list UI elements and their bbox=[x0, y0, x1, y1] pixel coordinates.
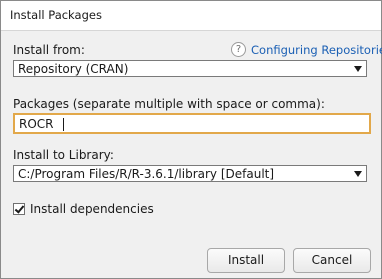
install-to-library-label: Install to Library: bbox=[13, 148, 114, 162]
packages-input[interactable]: ROCR bbox=[13, 113, 371, 134]
install-from-value: Repository (CRAN) bbox=[18, 62, 129, 76]
chevron-down-icon[interactable] bbox=[354, 66, 362, 72]
install-from-select[interactable]: Repository (CRAN) bbox=[13, 60, 367, 77]
title-bar: Install Packages bbox=[1, 1, 381, 31]
install-dependencies-checkbox[interactable] bbox=[13, 203, 25, 215]
library-value: C:/Program Files/R/R-3.6.1/library [Defa… bbox=[18, 167, 275, 181]
chevron-down-icon[interactable] bbox=[354, 171, 362, 177]
configuring-repositories-help[interactable]: ? Configuring Repositories bbox=[231, 42, 382, 57]
install-dependencies-label[interactable]: Install dependencies bbox=[30, 202, 154, 216]
configuring-repositories-link[interactable]: Configuring Repositories bbox=[251, 43, 382, 57]
install-packages-dialog: Install Packages Install from: ? Configu… bbox=[0, 0, 382, 279]
text-caret bbox=[63, 118, 64, 131]
help-icon[interactable]: ? bbox=[231, 42, 246, 57]
packages-label: Packages (separate multiple with space o… bbox=[13, 97, 325, 111]
install-from-label: Install from: bbox=[13, 43, 85, 57]
dialog-title: Install Packages bbox=[10, 8, 102, 22]
install-button[interactable]: Install bbox=[207, 248, 285, 273]
packages-input-value: ROCR bbox=[19, 117, 54, 131]
cancel-button[interactable]: Cancel bbox=[293, 248, 371, 273]
library-select[interactable]: C:/Program Files/R/R-3.6.1/library [Defa… bbox=[13, 165, 367, 182]
